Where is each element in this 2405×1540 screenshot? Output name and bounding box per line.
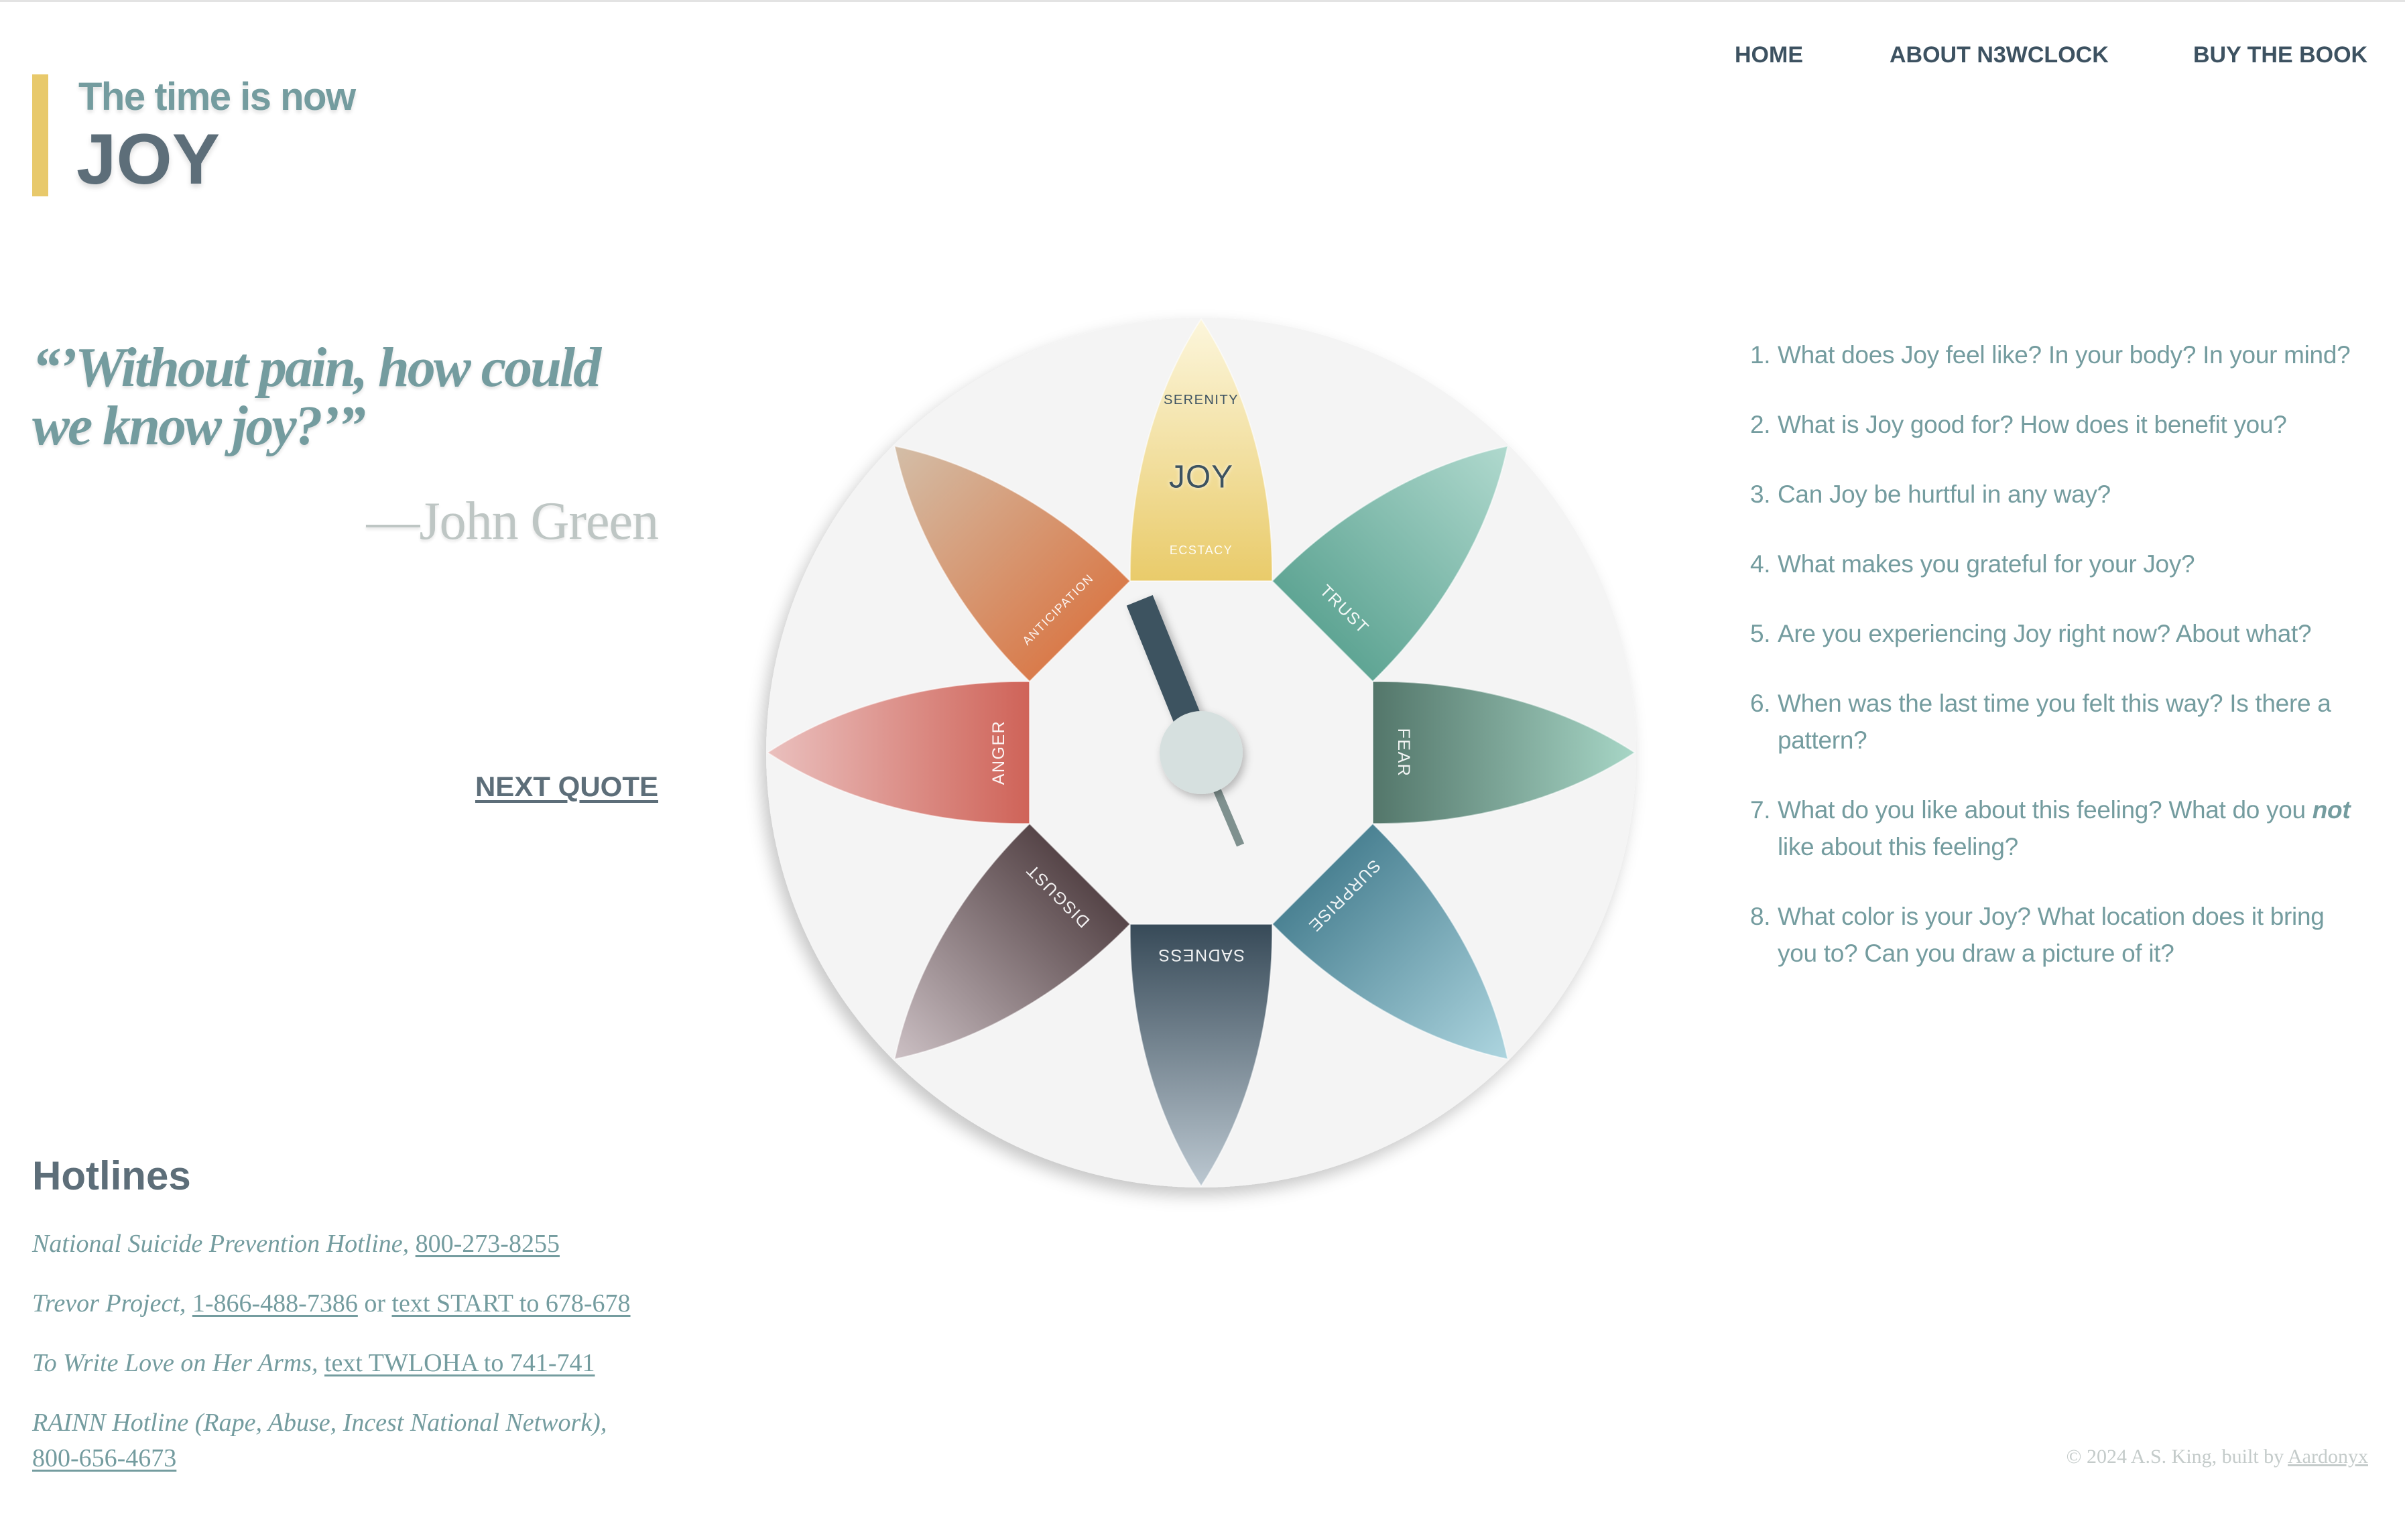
question-number: 7.	[1750, 796, 1771, 824]
question-item: 3. Can Joy be hurtful in any way?	[1750, 476, 2370, 513]
question-text: Can Joy be hurtful in any way?	[1778, 480, 2111, 508]
emotion-wheel-clock[interactable]: SERENITYJOYECSTACYTRUSTFEARSURPRISESADNE…	[732, 283, 1670, 1222]
question-number: 4.	[1750, 550, 1771, 578]
question-item: 4. What makes you grateful for your Joy?	[1750, 546, 2370, 582]
question-item: 6. When was the last time you felt this w…	[1750, 685, 2370, 759]
header-kicker: The time is now	[78, 75, 356, 119]
hotline-label: To Write Love on Her Arms,	[32, 1349, 324, 1377]
footer: © 2024 A.S. King, built by Aardonyx	[1676, 1447, 2368, 1467]
question-number: 3.	[1750, 480, 1771, 508]
hotline-joiner: or	[357, 1289, 392, 1318]
question-item: 7. What do you like about this feeling? W…	[1750, 791, 2370, 865]
petal-label-serenity: SERENITY	[1164, 393, 1239, 407]
nav-buy-book[interactable]: BUY THE BOOK	[2193, 44, 2367, 66]
hotline-link[interactable]: text START to 678-678	[392, 1289, 631, 1318]
question-item: 1. What does Joy feel like? In your body?…	[1750, 336, 2370, 373]
hotline-link[interactable]: 1-866-488-7386	[192, 1289, 358, 1318]
quote-author: —John Green	[366, 492, 659, 551]
petal-label-anger: ANGER	[989, 720, 1008, 785]
next-quote-button[interactable]: NEXT QUOTE	[475, 771, 658, 802]
top-border	[0, 0, 2405, 2]
question-emphasis: not	[2312, 796, 2351, 824]
petal-label-sadness: SADNESS	[1158, 946, 1245, 964]
question-number: 6.	[1750, 690, 1771, 717]
question-text-before: What do you like about this feeling? Wha…	[1778, 796, 2312, 824]
question-number: 2.	[1750, 411, 1771, 438]
question-text: Are you experiencing Joy right now? Abou…	[1778, 620, 2312, 647]
current-emotion-title: JOY	[76, 119, 221, 199]
question-text: What does Joy feel like? In your body? I…	[1778, 341, 2351, 369]
reflection-questions: 1. What does Joy feel like? In your body?…	[1750, 336, 2370, 1005]
petal-label-ecstacy: ECSTACY	[1170, 543, 1233, 557]
hotline-item: National Suicide Prevention Hotline, 800…	[32, 1226, 658, 1262]
hotlines-list: National Suicide Prevention Hotline, 800…	[32, 1226, 658, 1500]
nav-about[interactable]: ABOUT N3WCLOCK	[1890, 44, 2109, 66]
hotline-label: Trevor Project,	[32, 1289, 192, 1318]
question-number: 8.	[1750, 903, 1771, 930]
question-text: What color is your Joy? What location do…	[1778, 903, 2325, 967]
hotline-link[interactable]: 800-273-8255	[416, 1230, 560, 1258]
hotline-label: National Suicide Prevention Hotline,	[32, 1230, 416, 1258]
question-text: What do you like about this feeling? Wha…	[1778, 791, 2370, 865]
question-text-after: like about this feeling?	[1778, 833, 2018, 860]
quote-text: “’Without pain, how could we know joy?’”	[32, 336, 601, 457]
petal-label-joy: JOY	[1169, 460, 1233, 495]
footer-copyright: © 2024 A.S. King, built by	[2066, 1446, 2288, 1468]
question-item: 5. Are you experiencing Joy right now? Ab…	[1750, 615, 2370, 652]
hotline-link[interactable]: 800-656-4673	[32, 1444, 176, 1472]
clock-hub[interactable]	[1160, 711, 1243, 794]
next-quote-container: NEXT QUOTE	[32, 773, 658, 801]
petal-label-fear: FEAR	[1394, 728, 1413, 777]
nav-home[interactable]: HOME	[1735, 44, 1803, 66]
question-item: 2. What is Joy good for? How does it bene…	[1750, 406, 2370, 443]
question-text: When was the last time you felt this way…	[1778, 690, 2331, 754]
hotline-link[interactable]: text TWLOHA to 741-741	[324, 1349, 595, 1377]
hotline-item: RAINN Hotline (Rape, Abuse, Incest Natio…	[32, 1405, 658, 1476]
footer-builder-link[interactable]: Aardonyx	[2288, 1446, 2368, 1468]
hotline-item: To Write Love on Her Arms, text TWLOHA t…	[32, 1346, 658, 1381]
question-number: 5.	[1750, 620, 1771, 647]
hotline-label: RAINN Hotline (Rape, Abuse, Incest Natio…	[32, 1409, 607, 1437]
question-text: What is Joy good for? How does it benefi…	[1778, 411, 2287, 438]
question-number: 1.	[1750, 341, 1771, 369]
question-text: What makes you grateful for your Joy?	[1778, 550, 2195, 578]
question-item: 8. What color is your Joy? What location …	[1750, 898, 2370, 972]
hotline-item: Trevor Project, 1-866-488-7386 or text S…	[32, 1286, 658, 1322]
header-accent-bar	[32, 74, 48, 196]
hotlines-heading: Hotlines	[32, 1153, 191, 1198]
